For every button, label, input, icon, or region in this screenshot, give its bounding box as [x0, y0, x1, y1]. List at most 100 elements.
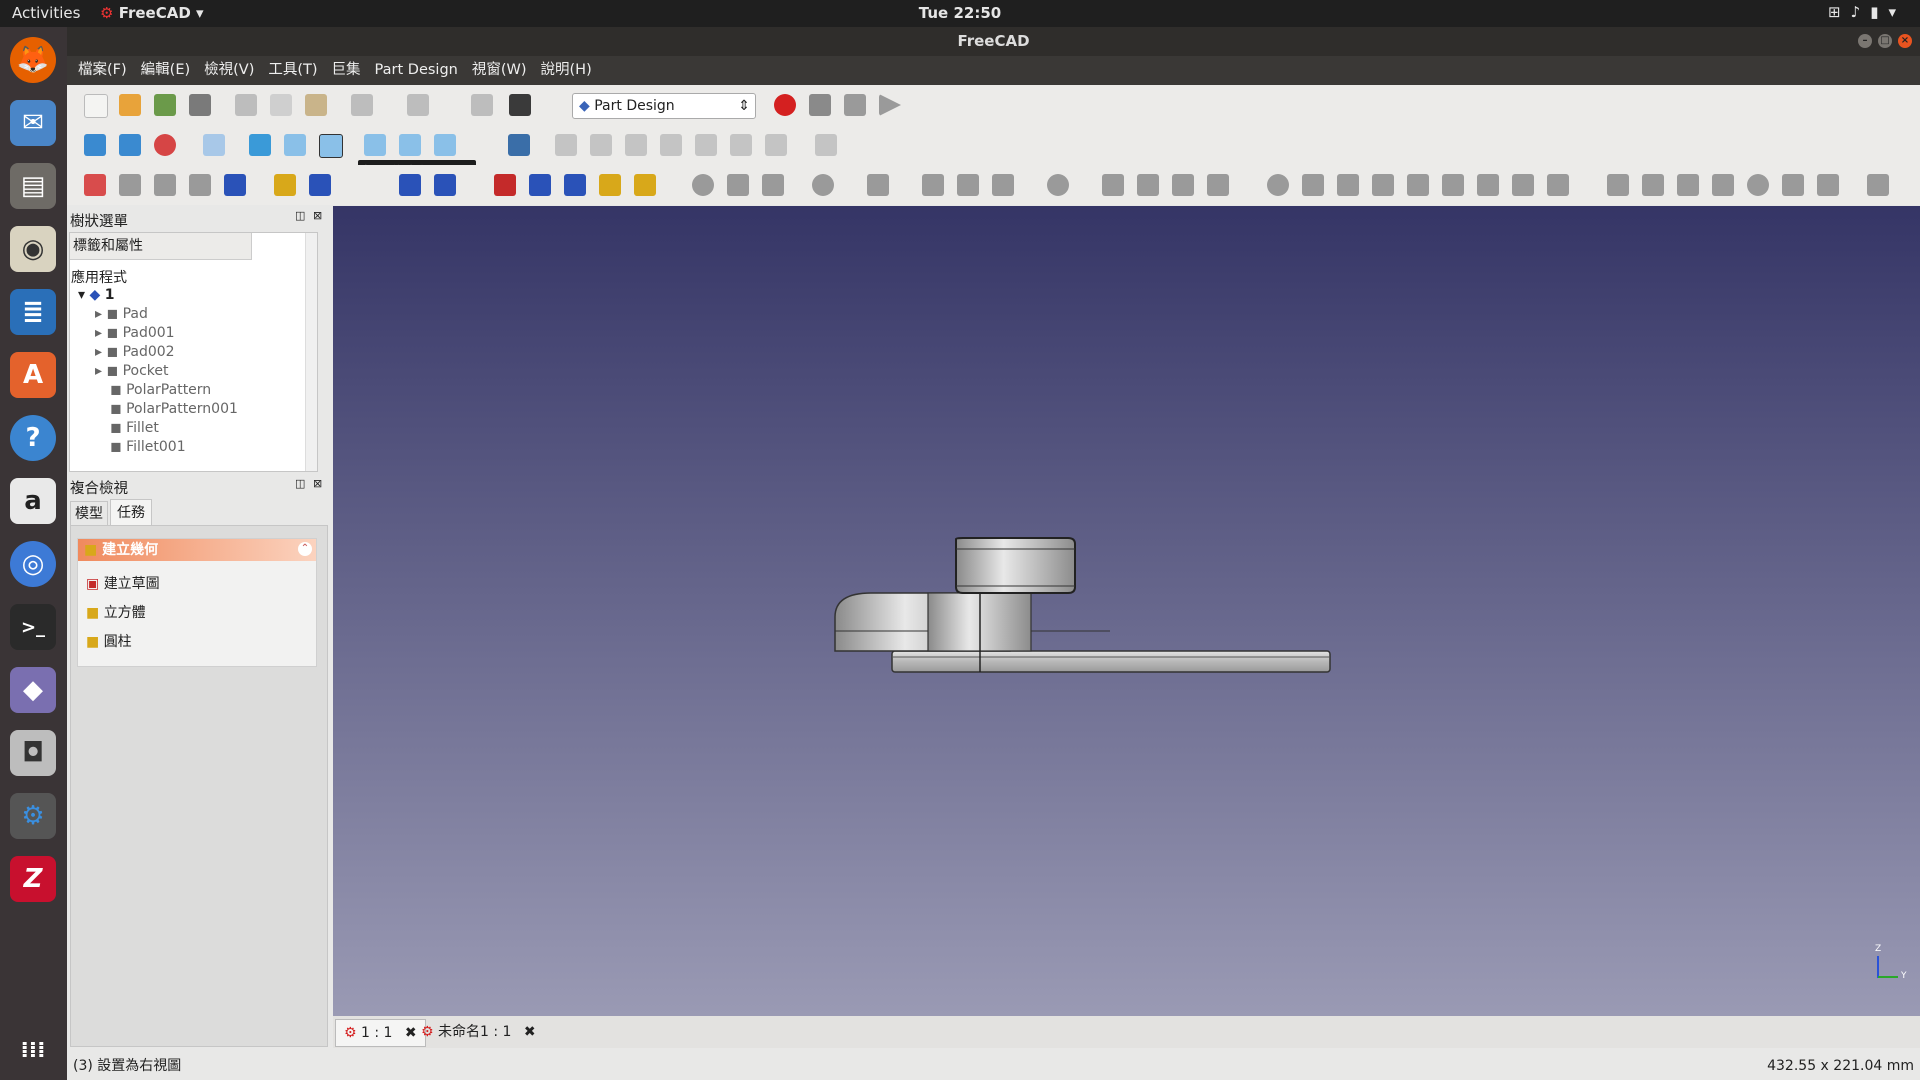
rear-view-icon[interactable] [364, 134, 386, 156]
tree-row-polarpattern001[interactable]: ◼ PolarPattern001 [110, 401, 238, 417]
panel-close-icon[interactable]: ⊠ [313, 209, 322, 222]
copy-icon[interactable] [270, 94, 292, 116]
sketch-select-icon[interactable] [730, 134, 752, 156]
sketch-circle-icon[interactable] [812, 174, 834, 196]
undo-icon[interactable] [351, 94, 373, 116]
groove-icon[interactable] [434, 174, 456, 196]
sketch-arc-icon[interactable] [762, 174, 784, 196]
sketch-rectangle-icon[interactable] [957, 174, 979, 196]
draw-style-icon[interactable] [154, 134, 176, 156]
tree-view[interactable]: 標籤和屬性 應用程式 ▾ ◆ 1 ▸ ◼ Pad ▸ ◼ Pad001 ▸ ◼ … [69, 232, 318, 472]
constraint-vertical-icon[interactable] [1337, 174, 1359, 196]
fit-all-icon[interactable] [84, 134, 106, 156]
tree-row-fillet001[interactable]: ◼ Fillet001 [110, 439, 186, 455]
run-macro-icon[interactable] [879, 94, 901, 116]
task-create-box[interactable]: ■ 立方體 [86, 602, 146, 622]
tree-row-fillet[interactable]: ◼ Fillet [110, 420, 159, 436]
left-view-icon[interactable] [434, 134, 456, 156]
constraint-horizontal-icon[interactable] [1372, 174, 1394, 196]
workbench-selector[interactable]: ◆ Part Design ⇕ [572, 93, 756, 119]
bottom-view-icon[interactable] [399, 134, 421, 156]
fit-selection-icon[interactable] [119, 134, 141, 156]
freecad-dock-icon[interactable]: ⚙ [10, 793, 56, 839]
menu-part-design[interactable]: Part Design [368, 56, 465, 85]
constraint-equal-icon[interactable] [1512, 174, 1534, 196]
clock[interactable]: Tue 22:50 [0, 4, 1920, 22]
constraint-tangent-icon[interactable] [1477, 174, 1499, 196]
subtractive-loft-icon[interactable] [599, 174, 621, 196]
shape-binder-icon[interactable] [189, 174, 211, 196]
top-view-icon[interactable] [284, 134, 306, 156]
cut-icon[interactable] [235, 94, 257, 116]
constraint-parallel-icon[interactable] [1407, 174, 1429, 196]
sketch-external-icon[interactable] [1172, 174, 1194, 196]
menu-macro[interactable]: 巨集 [325, 56, 368, 85]
constraint-symmetric-icon[interactable] [1547, 174, 1569, 196]
sketch-symmetry-icon[interactable] [660, 134, 682, 156]
sketch-polyline-icon[interactable] [922, 174, 944, 196]
constraint-perpendicular-icon[interactable] [1442, 174, 1464, 196]
sketch-trim-icon[interactable] [1137, 174, 1159, 196]
close-button[interactable]: × [1898, 34, 1912, 48]
panel-close-icon[interactable]: ⊠ [313, 477, 322, 490]
sketch-carbon-copy-icon[interactable] [1207, 174, 1229, 196]
open-icon[interactable] [119, 94, 141, 116]
validate-sketch-icon[interactable] [154, 174, 176, 196]
new-document-icon[interactable] [84, 94, 108, 118]
edit-macro-icon[interactable] [844, 94, 866, 116]
3d-viewport[interactable]: Z Y [333, 206, 1920, 1016]
system-tray[interactable]: ⊞♪▮▾ [1828, 3, 1906, 21]
refresh-icon[interactable] [471, 94, 493, 116]
close-tab-icon[interactable]: ✖ [524, 1024, 536, 1040]
clone-icon[interactable] [224, 174, 246, 196]
sketch-slot-icon[interactable] [1047, 174, 1069, 196]
pad-icon[interactable] [274, 174, 296, 196]
tree-row-pad002[interactable]: ▸ ◼ Pad002 [95, 344, 175, 360]
sketch-point-icon[interactable] [692, 174, 714, 196]
sketch-tool-icon[interactable] [590, 134, 612, 156]
tree-scrollbar[interactable] [305, 233, 317, 471]
tab-document-unnamed[interactable]: ⚙ 未命名1 : 1 ✖ [413, 1019, 544, 1045]
sketch-conic-icon[interactable] [867, 174, 889, 196]
tab-model[interactable]: 模型 [70, 501, 108, 526]
menu-edit[interactable]: 編輯(E) [134, 56, 197, 85]
menu-file[interactable]: 檔案(F) [71, 56, 134, 85]
sketch-fillet-icon[interactable] [1102, 174, 1124, 196]
sketch-array-icon[interactable] [815, 134, 837, 156]
maximize-button[interactable]: □ [1878, 34, 1892, 48]
tree-row-pad[interactable]: ▸ ◼ Pad [95, 306, 148, 322]
tree-row-pad001[interactable]: ▸ ◼ Pad001 [95, 325, 175, 341]
sketch-mirror-icon[interactable] [625, 134, 647, 156]
right-view-icon[interactable] [319, 134, 343, 158]
software-center-icon[interactable]: A [10, 352, 56, 398]
redo-icon[interactable] [407, 94, 429, 116]
paste-icon[interactable] [305, 94, 327, 116]
toggle-driving-icon[interactable] [1867, 174, 1889, 196]
additive-pipe-icon[interactable] [564, 174, 586, 196]
menu-windows[interactable]: 視窗(W) [465, 56, 534, 85]
thunderbird-icon[interactable]: ✉ [10, 100, 56, 146]
constraint-vertical-distance-icon[interactable] [1677, 174, 1699, 196]
help-icon[interactable]: ? [10, 415, 56, 461]
additive-loft-icon[interactable] [529, 174, 551, 196]
measure-icon[interactable] [508, 134, 530, 156]
subtractive-pipe-icon[interactable] [634, 174, 656, 196]
constraint-snell-icon[interactable] [1817, 174, 1839, 196]
menu-view[interactable]: 檢視(V) [197, 56, 261, 85]
tree-column-header[interactable]: 標籤和屬性 [70, 233, 252, 260]
constraint-horizontal-distance-icon[interactable] [1642, 174, 1664, 196]
save-icon[interactable] [154, 94, 176, 116]
print-icon[interactable] [189, 94, 211, 116]
tab-tasks[interactable]: 任務 [110, 499, 152, 526]
panel-float-icon[interactable]: ◫ [295, 477, 305, 490]
task-box-header[interactable]: ■ 建立幾何 ⌃ [78, 539, 316, 561]
whats-this-icon[interactable] [509, 94, 531, 116]
menu-help[interactable]: 說明(H) [534, 56, 599, 85]
front-view-icon[interactable] [249, 134, 271, 156]
task-create-cylinder[interactable]: ■ 圓柱 [86, 631, 132, 651]
terminal-icon[interactable]: >_ [10, 604, 56, 650]
minimize-button[interactable]: – [1858, 34, 1872, 48]
isometric-view-icon[interactable] [203, 134, 225, 156]
sketch-copy-icon[interactable] [765, 134, 787, 156]
camera-icon[interactable]: ◘ [10, 730, 56, 776]
